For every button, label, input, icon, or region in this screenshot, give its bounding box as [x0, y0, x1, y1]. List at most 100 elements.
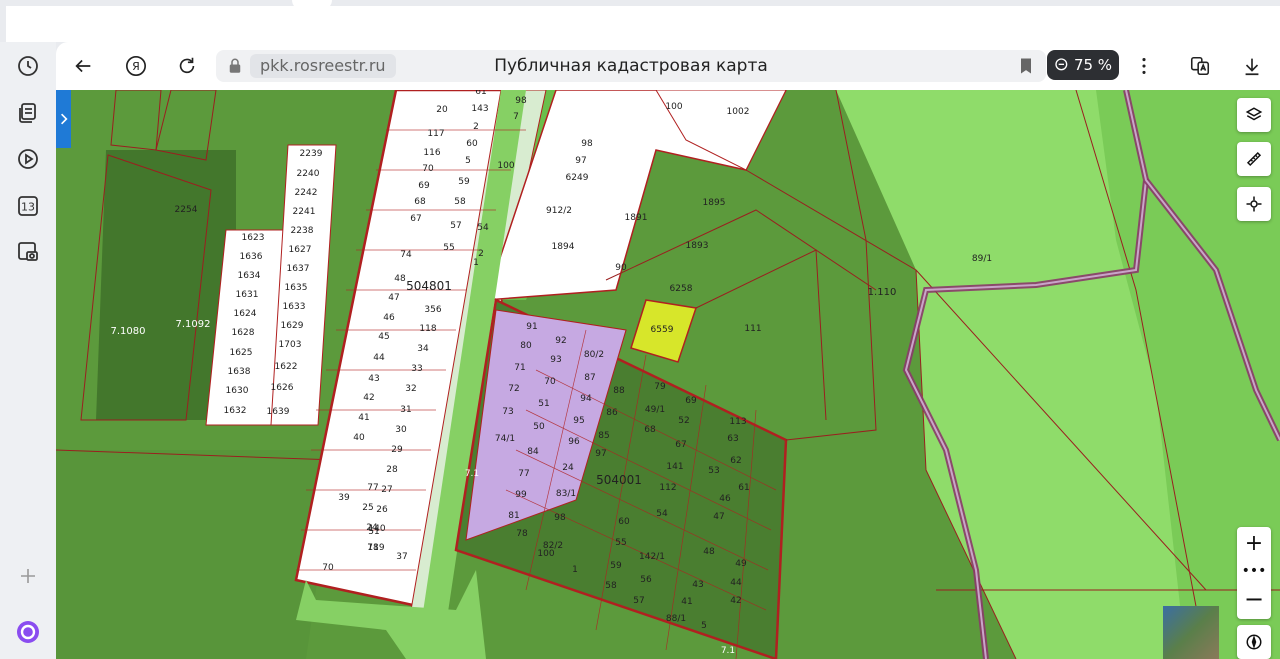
parcel-label[interactable]: 57 [450, 221, 461, 231]
parcel-label[interactable]: 80 [520, 341, 532, 351]
parcel-label[interactable]: 1 [572, 565, 578, 575]
address-domain[interactable]: pkk.rosreestr.ru [250, 54, 396, 78]
screenshot-icon[interactable] [14, 238, 42, 266]
parcel-label[interactable]: 44 [730, 578, 742, 588]
parcel-label[interactable]: 69 [418, 181, 430, 191]
parcel-label[interactable]: 47 [388, 293, 399, 303]
parcel-label[interactable]: 77 [367, 483, 378, 493]
parcel-label[interactable]: 59 [458, 177, 470, 187]
parcel-label[interactable]: 87 [584, 373, 595, 383]
parcel-label[interactable]: 74 [400, 250, 412, 260]
parcel-label[interactable]: 67 [410, 214, 421, 224]
parcel-label[interactable]: 50 [533, 422, 545, 432]
parcel-label[interactable]: 80/2 [584, 350, 604, 360]
parcel-label[interactable]: 111 [744, 324, 761, 334]
parcel-label[interactable]: 1893 [686, 241, 709, 251]
parcel-label[interactable]: 1628 [232, 328, 255, 338]
parcel-label[interactable]: 43 [368, 374, 379, 384]
parcel-label[interactable]: 55 [615, 538, 626, 548]
parcel-label[interactable]: 32 [405, 384, 416, 394]
parcel-label[interactable]: 83/1 [556, 489, 576, 499]
parcel-label[interactable]: 70 [544, 377, 556, 387]
panel-expand-button[interactable] [56, 90, 71, 148]
parcel-label[interactable]: 1623 [242, 233, 265, 243]
parcel-label[interactable]: 2242 [295, 188, 318, 198]
parcel-label[interactable]: 1703 [279, 340, 302, 350]
parcel-label[interactable]: 1638 [228, 367, 251, 377]
parcel-label[interactable]: 47 [713, 512, 724, 522]
compass-button[interactable] [1237, 625, 1271, 659]
parcel-label[interactable]: 60 [618, 517, 630, 527]
parcel-label[interactable]: 112 [659, 483, 676, 493]
parcel-label[interactable]: 49 [735, 559, 747, 569]
parcel-label[interactable]: 48 [703, 547, 715, 557]
parcel-label[interactable]: 7 [513, 112, 519, 122]
parcel-label[interactable]: 2238 [291, 226, 314, 236]
parcel-label[interactable]: 26 [376, 505, 388, 515]
parcel-label[interactable]: 116 [423, 148, 440, 158]
parcel-label[interactable]: 99 [515, 490, 527, 500]
parcel-label[interactable]: 1632 [224, 406, 247, 416]
parcel-label[interactable]: 44 [373, 353, 385, 363]
parcel-label[interactable]: 1630 [226, 386, 249, 396]
parcel-label[interactable]: 2241 [293, 207, 316, 217]
basemap-thumbnail[interactable] [1163, 606, 1219, 659]
parcel-label[interactable]: 141 [666, 462, 683, 472]
cadastral-map[interactable]: 504801 504001 7.1080 7.1092 1.110 7.1 7.… [56, 90, 1280, 659]
parcel-label[interactable]: 1622 [275, 362, 298, 372]
history-icon[interactable] [14, 52, 42, 80]
parcel-label[interactable]: 56 [640, 575, 652, 585]
parcel-label[interactable]: 61 [738, 483, 749, 493]
reload-button[interactable] [172, 52, 202, 80]
parcel-label[interactable]: 46 [719, 494, 731, 504]
parcel-label[interactable]: 94 [580, 394, 592, 404]
parcel-label[interactable]: 55 [443, 243, 454, 253]
parcel-label[interactable]: 31 [400, 405, 411, 415]
yandex-logo-icon[interactable]: Я [121, 52, 151, 80]
parcel-label[interactable]: 1635 [285, 283, 308, 293]
parcel-label[interactable]: 1629 [281, 321, 304, 331]
parcel-label[interactable]: 90 [615, 263, 627, 273]
parcel-label[interactable]: 58 [605, 581, 617, 591]
parcel-label[interactable]: 30 [395, 425, 407, 435]
map-canvas[interactable]: 504801 504001 7.1080 7.1092 1.110 7.1 7.… [56, 90, 1280, 659]
parcel-label[interactable]: 88 [613, 386, 625, 396]
parcel-label[interactable]: 79 [654, 382, 666, 392]
more-zoom-icon[interactable]: ••• [1237, 563, 1271, 579]
calendar-icon[interactable]: 13 [14, 192, 42, 220]
parcel-label[interactable]: 37 [396, 552, 407, 562]
parcel-label[interactable]: 33 [411, 364, 422, 374]
parcel-label[interactable]: 97 [595, 449, 606, 459]
parcel-label[interactable]: 40 [353, 433, 365, 443]
parcel-label[interactable]: 69 [685, 396, 697, 406]
parcel-label[interactable]: 48 [394, 274, 406, 284]
parcel-label[interactable]: 119 [367, 543, 384, 553]
parcel-label[interactable]: 2254 [175, 205, 198, 215]
address-bar[interactable]: pkk.rosreestr.ru Публичная кадастровая к… [216, 50, 1046, 82]
parcel-label[interactable]: 59 [610, 561, 622, 571]
parcel-label[interactable]: 143 [471, 104, 488, 114]
parcel-label[interactable]: 42 [730, 596, 741, 606]
parcel-label[interactable]: 96 [568, 437, 580, 447]
parcel-label[interactable]: 70 [422, 164, 434, 174]
measure-button[interactable] [1237, 142, 1271, 176]
parcel-label[interactable]: 89/1 [972, 254, 992, 264]
parcel-label[interactable]: 57 [633, 596, 644, 606]
parcel-label[interactable]: 54 [656, 509, 668, 519]
parcel-label[interactable]: 27 [381, 485, 392, 495]
parcel-label[interactable]: 77 [518, 469, 529, 479]
parcel-label[interactable]: 93 [550, 355, 561, 365]
parcel-label[interactable]: 45 [378, 332, 389, 342]
parcel-label[interactable]: 6559 [651, 325, 674, 335]
parcel-label[interactable]: 100 [665, 102, 682, 112]
parcel-label[interactable]: 41 [358, 413, 369, 423]
parcel-label[interactable]: 24 [562, 463, 574, 473]
locate-button[interactable] [1237, 187, 1271, 221]
parcel-label[interactable]: 54 [477, 223, 489, 233]
parcel-label[interactable]: 1637 [287, 264, 310, 274]
parcel-label[interactable]: 39 [338, 493, 350, 503]
menu-dots-icon[interactable] [1129, 52, 1159, 80]
add-panel-icon[interactable] [14, 562, 42, 590]
parcel-label[interactable]: 1 [473, 258, 479, 268]
layers-button[interactable] [1237, 98, 1271, 132]
